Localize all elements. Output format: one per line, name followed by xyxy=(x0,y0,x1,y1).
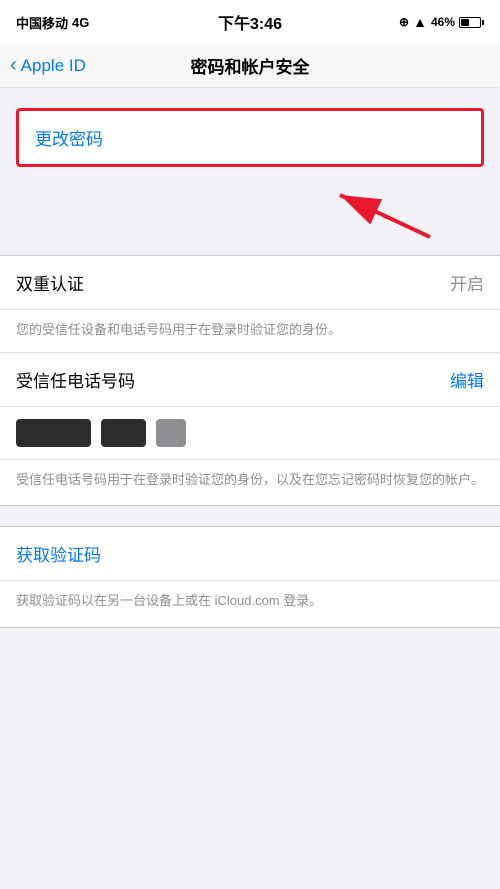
trusted-phone-edit-button[interactable]: 编辑 xyxy=(450,367,484,392)
battery-label: 46% xyxy=(431,15,455,29)
location-icon: ⊕ xyxy=(399,15,409,29)
phone-block-1 xyxy=(16,419,91,447)
status-bar: 中国移动 4G 下午3:46 ⊕ ▲ 46% xyxy=(0,0,500,44)
page-title: 密码和帐户安全 xyxy=(191,53,310,78)
change-password-section: 更改密码 xyxy=(16,108,484,167)
status-right: ⊕ ▲ 46% xyxy=(399,14,484,30)
verification-row[interactable]: 获取验证码 xyxy=(0,527,500,581)
trusted-phone-row: 受信任电话号码 编辑 xyxy=(0,353,500,407)
two-factor-description: 您的受信任设备和电话号码用于在登录时验证您的身份。 xyxy=(0,310,500,353)
nav-bar: ‹ Apple ID 密码和帐户安全 xyxy=(0,44,500,88)
status-left: 中国移动 4G xyxy=(16,13,89,32)
phone-blocks xyxy=(0,407,500,460)
verification-label: 获取验证码 xyxy=(16,546,101,565)
network-label: 4G xyxy=(72,15,89,30)
two-factor-header: 双重认证 开启 xyxy=(0,256,500,310)
two-factor-status: 开启 xyxy=(450,270,484,295)
two-factor-section: 双重认证 开启 您的受信任设备和电话号码用于在登录时验证您的身份。 受信任电话号… xyxy=(0,255,500,506)
content-area: 更改密码 双重认证 开启 您的受信任设备和电话号码用于在登录时验证您的身份。 受… xyxy=(0,88,500,648)
back-chevron-icon: ‹ xyxy=(10,55,17,75)
change-password-row[interactable]: 更改密码 xyxy=(19,111,481,164)
battery-icon xyxy=(459,17,484,28)
phone-block-2 xyxy=(101,419,146,447)
status-time: 下午3:46 xyxy=(218,10,282,34)
trusted-phone-label: 受信任电话号码 xyxy=(16,367,135,392)
red-arrow-icon xyxy=(320,187,440,242)
verification-section: 获取验证码 获取验证码以在另一台设备上或在 iCloud.com 登录。 xyxy=(0,526,500,628)
back-button[interactable]: ‹ Apple ID xyxy=(10,56,86,76)
phone-note: 受信任电话号码用于在登录时验证您的身份，以及在您忘记密码时恢复您的帐户。 xyxy=(0,460,500,506)
back-label: Apple ID xyxy=(21,56,86,76)
phone-block-3 xyxy=(156,419,186,447)
arrow-annotation xyxy=(0,187,500,247)
two-factor-title: 双重认证 xyxy=(16,270,84,295)
verification-description: 获取验证码以在另一台设备上或在 iCloud.com 登录。 xyxy=(0,581,500,627)
change-password-label: 更改密码 xyxy=(35,125,103,150)
carrier-label: 中国移动 xyxy=(16,13,68,32)
wifi-icon: ▲ xyxy=(413,14,427,30)
